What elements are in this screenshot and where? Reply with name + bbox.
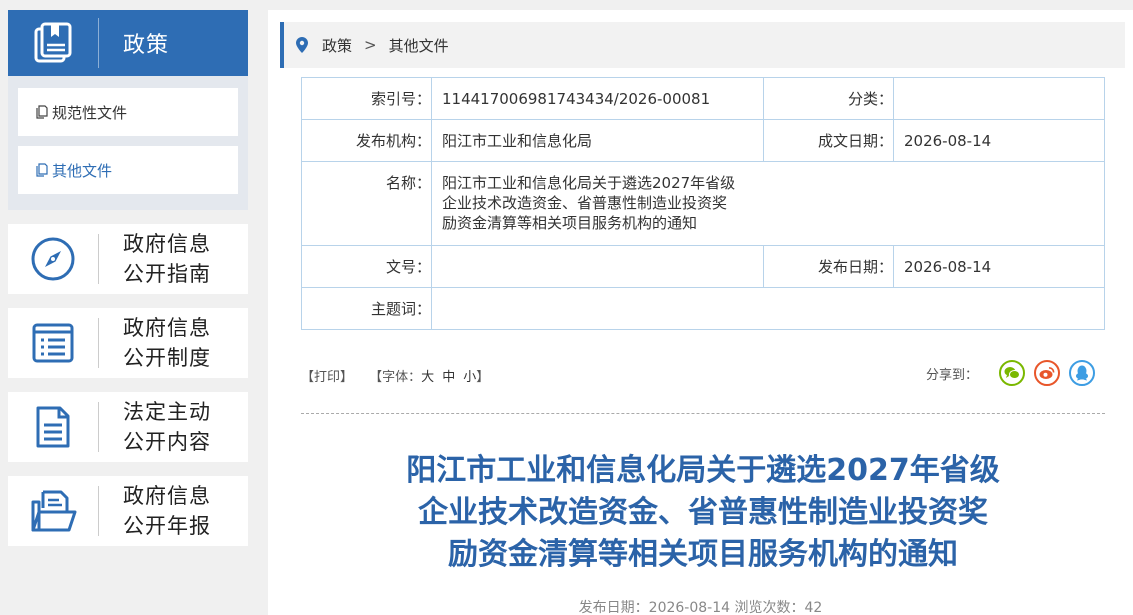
nav-card-label: 政府信息 公开制度 [99, 313, 211, 373]
policy-submenu: 规范性文件 其他文件 [8, 76, 248, 210]
name-label: 名称： [301, 161, 432, 246]
nav-card-line2: 公开指南 [123, 262, 211, 286]
share-bar: 分享到： [926, 360, 1095, 386]
article-title: 阳江市工业和信息化局关于遴选2027年省级 企业技术改造资金、省普惠性制造业投资… [301, 450, 1105, 576]
nav-card-label: 政府信息 公开指南 [99, 229, 211, 289]
keywords-value [431, 287, 1105, 330]
article-title-line: 企业技术改造资金、省普惠性制造业投资奖 [418, 495, 988, 530]
nav-card-line2: 公开年报 [123, 514, 211, 538]
wechat-icon [1004, 367, 1020, 379]
name-line: 励资金清算等相关项目服务机构的通知 [442, 214, 698, 232]
font-size-suffix: 】 [476, 370, 490, 385]
pub-date-value: 2026-08-14 [893, 245, 1105, 288]
file-icon [36, 105, 48, 119]
table-row: 发布机构： 阳江市工业和信息化局 成文日期： 2026-08-14 [301, 119, 1105, 162]
policy-header[interactable]: 政策 [8, 10, 248, 76]
qq-share-button[interactable] [1069, 360, 1095, 386]
article-title-line: 励资金清算等相关项目服务机构的通知 [448, 537, 958, 572]
main-content: 政策 > 其他文件 索引号： 114417006981743434/2026-0… [268, 10, 1133, 615]
policy-book-icon [8, 10, 98, 76]
nav-card-line1: 政府信息 [123, 232, 211, 256]
table-row: 主题词： [301, 287, 1105, 330]
article-title-line: 阳江市工业和信息化局关于遴选2027年省级 [406, 453, 1000, 488]
policy-title: 政策 [123, 33, 170, 58]
sidebar-item-label: 规范性文件 [52, 103, 128, 122]
table-row: 文号： 发布日期： 2026-08-14 [301, 245, 1105, 288]
open-folder-icon [8, 476, 98, 546]
share-label: 分享到： [925, 367, 978, 383]
breadcrumb-separator: > [364, 36, 377, 54]
name-value: 阳江市工业和信息化局关于遴选2027年省级 企业技术改造资金、省普惠性制造业投资… [431, 161, 1105, 246]
nav-card-line1: 政府信息 [123, 484, 211, 508]
name-line: 阳江市工业和信息化局关于遴选2027年省级 [442, 174, 736, 192]
qq-penguin-icon [1076, 365, 1088, 381]
docno-label: 文号： [301, 245, 432, 288]
table-row: 索引号： 114417006981743434/2026-00081 分类： [301, 77, 1105, 120]
location-pin-icon [296, 37, 308, 53]
nav-card-line2: 公开内容 [123, 430, 211, 454]
nav-card-label: 政府信息 公开年报 [99, 481, 211, 541]
breadcrumb: 政策 > 其他文件 [280, 22, 1125, 68]
issuer-value: 阳江市工业和信息化局 [431, 119, 764, 162]
pub-date-label: 发布日期： [763, 245, 894, 288]
breadcrumb-root-link[interactable]: 政策 [322, 35, 352, 56]
weibo-icon [1039, 367, 1055, 379]
sidebar-item-label: 其他文件 [52, 161, 113, 180]
breadcrumb-current-link[interactable]: 其他文件 [389, 35, 449, 56]
print-button[interactable]: 【打印】 [301, 370, 353, 385]
document-meta-table: 索引号： 114417006981743434/2026-00081 分类： 发… [301, 77, 1105, 330]
written-date-label: 成文日期： [763, 119, 894, 162]
compass-icon [8, 224, 98, 294]
article-pub-meta: 发布日期：2026-08-14 浏览次数：42 [578, 600, 823, 615]
nav-card-line1: 政府信息 [123, 316, 211, 340]
written-date-value: 2026-08-14 [893, 119, 1105, 162]
font-size-control: 【字体：大中小】 [369, 370, 489, 385]
index-value: 114417006981743434/2026-00081 [431, 77, 764, 120]
tools-left: 【打印】 【字体：大中小】 [301, 366, 501, 385]
sidebar-item-other-files[interactable]: 其他文件 [18, 146, 238, 194]
table-row: 名称： 阳江市工业和信息化局关于遴选2027年省级 企业技术改造资金、省普惠性制… [301, 161, 1105, 246]
nav-card-disclosure-guide[interactable]: 政府信息 公开指南 [8, 224, 248, 294]
font-medium-button[interactable]: 中 [442, 370, 455, 385]
file-icon [36, 163, 48, 177]
keywords-label: 主题词： [301, 287, 432, 330]
font-small-button[interactable]: 小 [463, 370, 476, 385]
category-value [893, 77, 1105, 120]
nav-card-statutory-content[interactable]: 法定主动 公开内容 [8, 392, 248, 462]
nav-card-annual-report[interactable]: 政府信息 公开年报 [8, 476, 248, 546]
nav-card-label: 法定主动 公开内容 [99, 397, 211, 457]
document-icon [8, 392, 98, 462]
docno-value [431, 245, 764, 288]
index-label: 索引号： [301, 77, 432, 120]
content-divider [301, 413, 1105, 414]
article-tools: 【打印】 【字体：大中小】 分享到： [301, 360, 1105, 390]
wechat-share-button[interactable] [999, 360, 1025, 386]
list-document-icon [8, 308, 98, 378]
name-line: 企业技术改造资金、省普惠性制造业投资奖 [442, 194, 728, 212]
font-large-button[interactable]: 大 [421, 370, 434, 385]
issuer-label: 发布机构： [301, 119, 432, 162]
font-size-prefix: 【字体： [369, 370, 422, 385]
category-label: 分类： [763, 77, 894, 120]
sidebar-item-normative-files[interactable]: 规范性文件 [18, 88, 238, 136]
weibo-share-button[interactable] [1034, 360, 1060, 386]
nav-card-line1: 法定主动 [123, 400, 211, 424]
nav-card-disclosure-system[interactable]: 政府信息 公开制度 [8, 308, 248, 378]
sidebar: 政策 规范性文件 其他文件 政府信息 公开指南 政府信息 公开制度 法定主动 公… [8, 10, 248, 546]
nav-card-line2: 公开制度 [123, 346, 211, 370]
